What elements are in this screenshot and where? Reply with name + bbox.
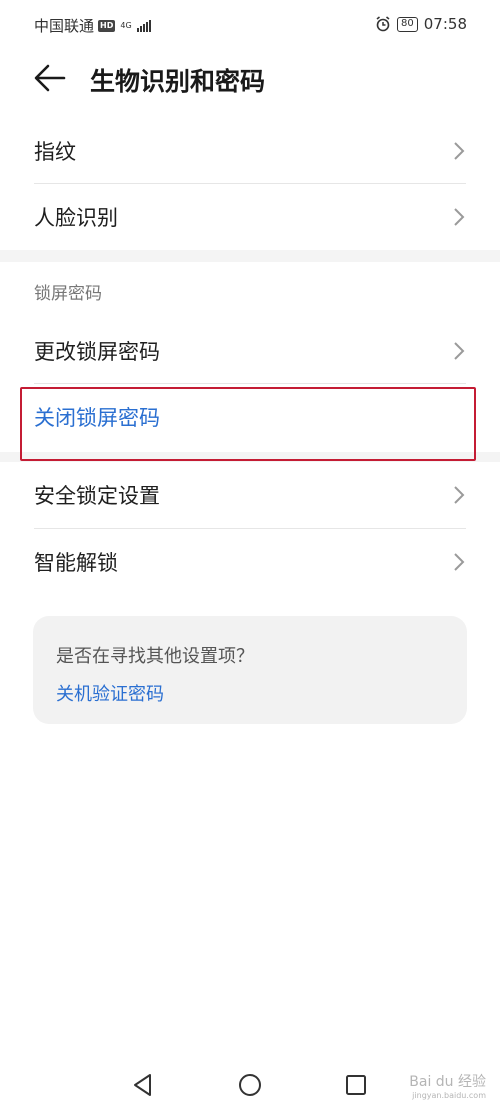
- change-lock-password-label: 更改锁屏密码: [34, 340, 160, 364]
- chevron-right-icon: [454, 208, 465, 226]
- section-gap: [0, 250, 500, 262]
- section-title-lock-password: 锁屏密码: [34, 284, 102, 304]
- page-title: 生物识别和密码: [90, 67, 266, 96]
- security-lock-settings-label: 安全锁定设置: [34, 484, 160, 508]
- chevron-right-icon: [454, 142, 465, 160]
- face-recognition-row[interactable]: 人脸识别: [34, 184, 466, 250]
- fingerprint-row[interactable]: 指纹: [34, 118, 466, 184]
- smart-unlock-label: 智能解锁: [34, 551, 118, 575]
- nav-back-icon[interactable]: [130, 1072, 156, 1098]
- face-recognition-label: 人脸识别: [34, 206, 118, 230]
- security-lock-settings-row[interactable]: 安全锁定设置: [34, 462, 466, 528]
- chevron-right-icon: [454, 486, 465, 504]
- smart-unlock-row[interactable]: 智能解锁: [34, 529, 466, 595]
- watermark-text: Bai du 经验: [409, 1074, 486, 1090]
- clock: 07:58: [423, 15, 467, 33]
- disable-lock-password-row[interactable]: 关闭锁屏密码: [34, 384, 466, 450]
- suggestion-question: 是否在寻找其他设置项？: [56, 646, 254, 667]
- section-gap: [0, 452, 500, 462]
- battery-icon: 80: [397, 16, 418, 32]
- shutdown-password-link[interactable]: 关机验证密码: [56, 680, 164, 706]
- nav-recents-icon[interactable]: [343, 1072, 369, 1098]
- chevron-right-icon: [454, 342, 465, 360]
- back-arrow-icon[interactable]: [34, 62, 66, 94]
- chevron-right-icon: [454, 553, 465, 571]
- carrier-name: 中国联通: [34, 17, 95, 35]
- nav-home-icon[interactable]: [237, 1072, 263, 1098]
- watermark: Bai du 经验 jingyan.baidu.com: [409, 1075, 486, 1103]
- status-right: 80 07:58: [375, 15, 467, 33]
- disable-lock-password-label: 关闭锁屏密码: [34, 406, 160, 430]
- change-lock-password-row[interactable]: 更改锁屏密码: [34, 318, 466, 384]
- watermark-url: jingyan.baidu.com: [412, 1091, 486, 1100]
- fingerprint-label: 指纹: [34, 140, 76, 164]
- alarm-icon: [376, 16, 390, 32]
- hd-icon: HD: [98, 19, 116, 32]
- status-bar: 中国联通 HD 4G 80 07:58: [0, 0, 500, 48]
- suggestion-card: 是否在寻找其他设置项？ 关机验证密码: [33, 616, 467, 724]
- status-left: 中国联通 HD 4G: [34, 15, 151, 36]
- page-header: 生物识别和密码: [0, 48, 500, 110]
- signal-icon: [136, 19, 151, 32]
- network-type: 4G: [120, 20, 132, 30]
